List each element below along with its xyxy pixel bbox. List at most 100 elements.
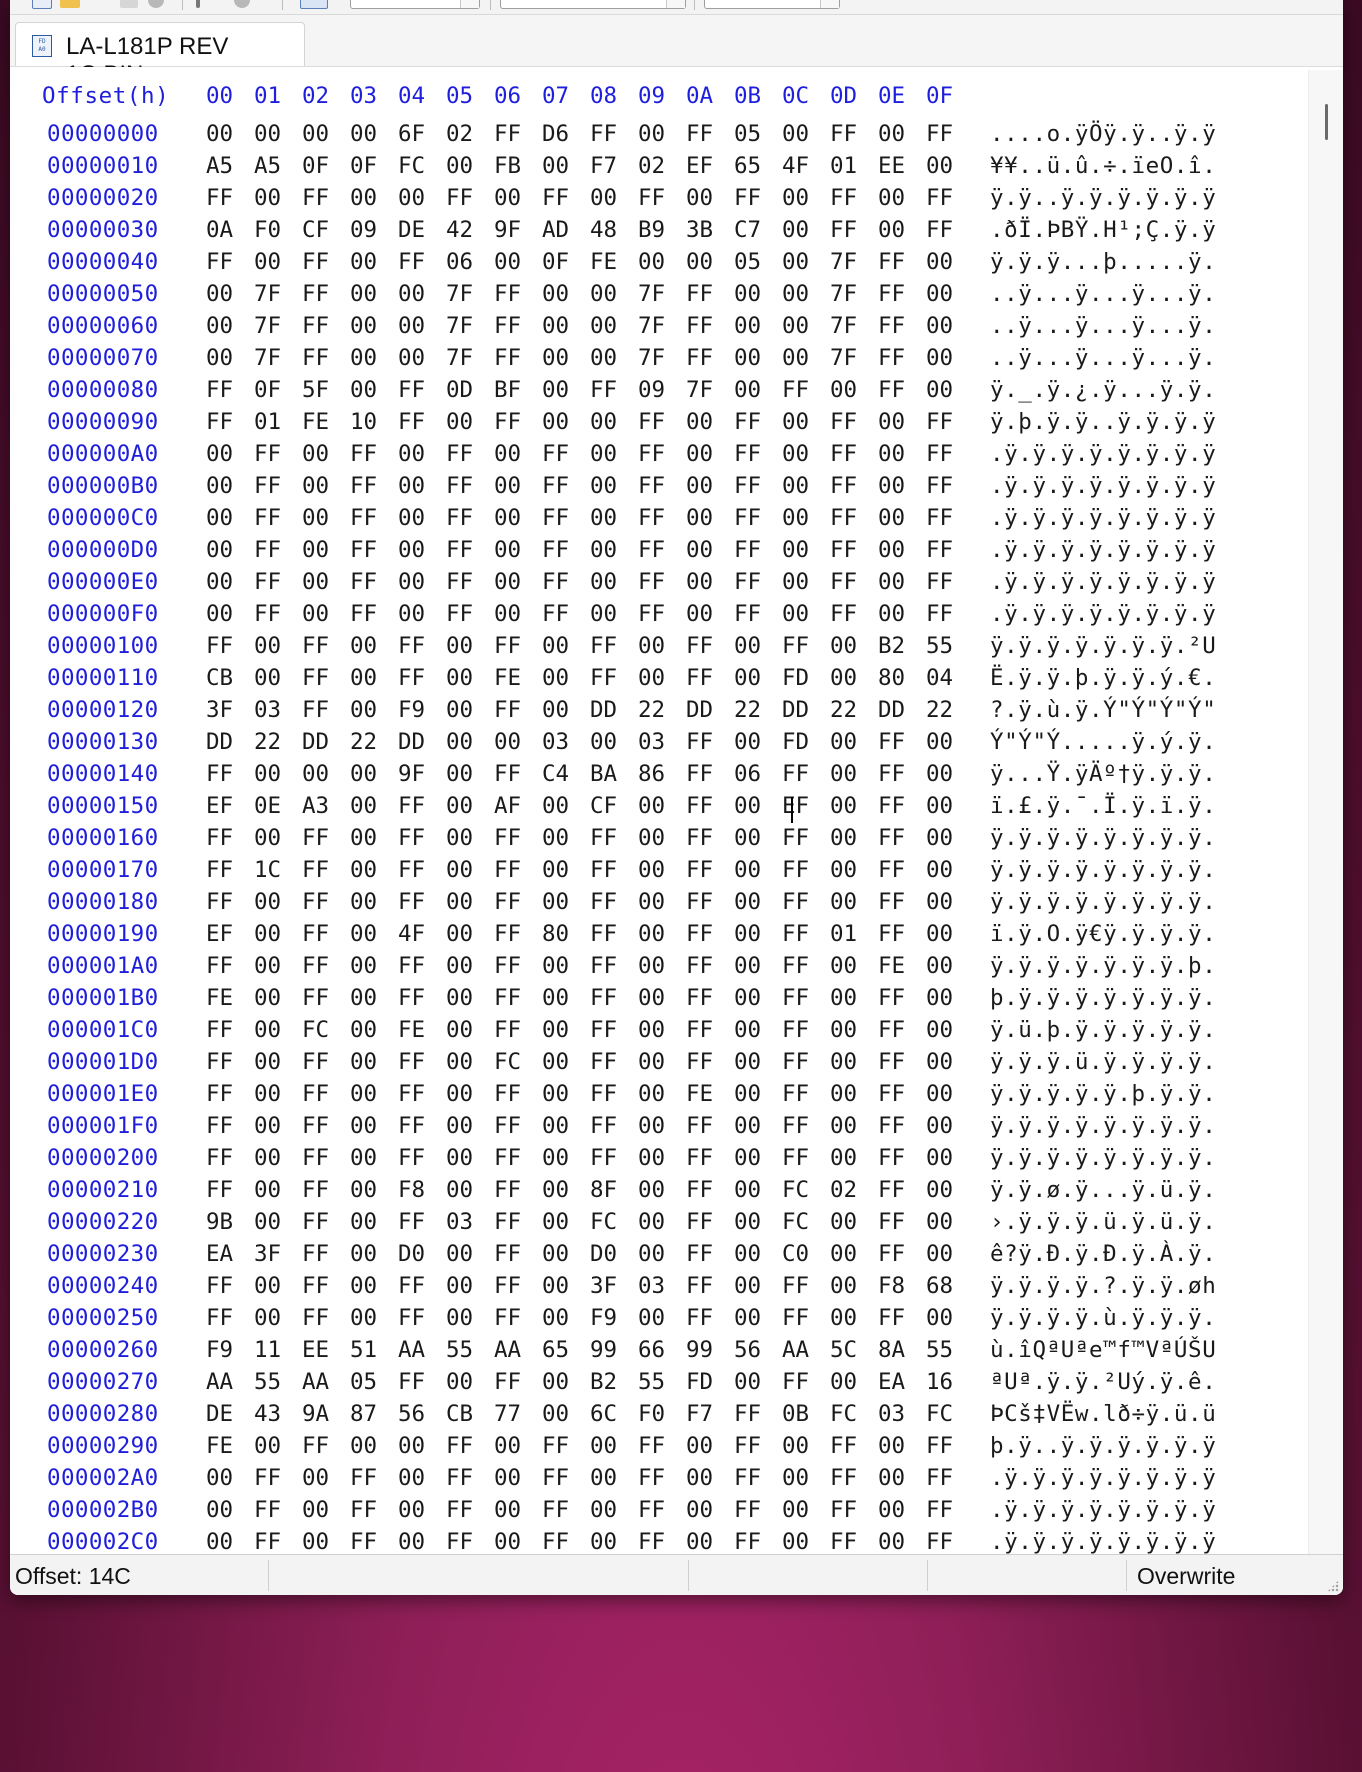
hex-byte[interactable]: 00 bbox=[350, 665, 377, 691]
hex-byte[interactable]: FF bbox=[398, 953, 425, 979]
hex-byte[interactable]: EF bbox=[206, 921, 233, 947]
hex-byte[interactable]: 00 bbox=[254, 185, 281, 211]
hex-byte[interactable]: EA bbox=[878, 1369, 905, 1395]
hex-byte[interactable]: FC bbox=[398, 153, 425, 179]
ascii-text[interactable]: Ý"Ý"Ý.....ÿ.ý.ÿ. bbox=[990, 729, 1216, 755]
hex-byte[interactable]: BF bbox=[494, 377, 521, 403]
hex-byte[interactable]: 7F bbox=[638, 345, 665, 371]
hex-byte[interactable]: FF bbox=[542, 1529, 569, 1554]
hex-byte[interactable]: FF bbox=[350, 601, 377, 627]
hex-byte[interactable]: FF bbox=[494, 697, 521, 723]
hex-byte[interactable]: FC bbox=[302, 1017, 329, 1043]
hex-byte[interactable]: 00 bbox=[350, 761, 377, 787]
redo-icon[interactable] bbox=[234, 0, 250, 8]
hex-byte[interactable]: 00 bbox=[206, 473, 233, 499]
hex-byte[interactable]: 00 bbox=[926, 761, 953, 787]
hex-byte[interactable]: FF bbox=[782, 921, 809, 947]
hex-byte[interactable]: 00 bbox=[926, 377, 953, 403]
hex-byte[interactable]: 00 bbox=[734, 1305, 761, 1331]
ascii-text[interactable]: ÿ.ÿ.ÿ.ÿ.ÿ.ÿ.ÿ.ÿ. bbox=[990, 825, 1216, 851]
ascii-text[interactable]: ÿ.ÿ.ÿ.ÿ.ù.ÿ.ÿ.ÿ. bbox=[990, 1305, 1216, 1331]
hex-row[interactable]: 00000290 FE 00 FF 00 00 FF 00 FF 00 FF 00 FF 00 FF 00 FF… bbox=[10, 1433, 1300, 1465]
hex-byte[interactable]: 00 bbox=[446, 1369, 473, 1395]
hex-byte[interactable]: 03 bbox=[542, 729, 569, 755]
ascii-text[interactable]: ê?ÿ.Ð.ÿ.Ð.ÿ.À.ÿ. bbox=[990, 1241, 1216, 1267]
hex-byte[interactable]: FF bbox=[446, 505, 473, 531]
hex-byte[interactable]: DD bbox=[590, 697, 617, 723]
hex-byte[interactable]: FF bbox=[782, 1049, 809, 1075]
ascii-text[interactable]: ÿ.ÿ.ø.ÿ...ÿ.ü.ÿ. bbox=[990, 1177, 1216, 1203]
hex-byte[interactable]: 68 bbox=[926, 1273, 953, 1299]
hex-byte[interactable]: 00 bbox=[302, 1465, 329, 1491]
ascii-text[interactable]: Ë.ÿ.ÿ.þ.ÿ.ÿ.ý.€. bbox=[990, 665, 1216, 691]
hex-byte[interactable]: 00 bbox=[350, 377, 377, 403]
hex-byte[interactable]: 00 bbox=[446, 697, 473, 723]
hex-byte[interactable]: 03 bbox=[638, 729, 665, 755]
hex-byte[interactable]: 00 bbox=[734, 921, 761, 947]
hex-byte[interactable]: 00 bbox=[590, 441, 617, 467]
hex-byte[interactable]: FF bbox=[830, 1497, 857, 1523]
hex-byte[interactable]: 00 bbox=[206, 281, 233, 307]
hex-byte[interactable]: 3F bbox=[590, 1273, 617, 1299]
hex-byte[interactable]: 0F bbox=[254, 377, 281, 403]
hex-byte[interactable]: FF bbox=[830, 121, 857, 147]
hex-byte[interactable]: FF bbox=[206, 889, 233, 915]
hex-byte[interactable]: 7F bbox=[254, 281, 281, 307]
hex-byte[interactable]: 01 bbox=[830, 921, 857, 947]
hex-byte[interactable]: 00 bbox=[638, 889, 665, 915]
hex-byte[interactable]: 9F bbox=[398, 761, 425, 787]
hex-byte[interactable]: FF bbox=[398, 985, 425, 1011]
hex-byte[interactable]: 00 bbox=[398, 505, 425, 531]
hex-byte[interactable]: 00 bbox=[638, 825, 665, 851]
hex-byte[interactable]: 00 bbox=[926, 953, 953, 979]
hex-byte[interactable]: FF bbox=[254, 601, 281, 627]
hex-byte[interactable]: 0E bbox=[254, 793, 281, 819]
hex-byte[interactable]: 00 bbox=[446, 825, 473, 851]
hex-byte[interactable]: F0 bbox=[254, 217, 281, 243]
hex-byte[interactable]: 00 bbox=[494, 569, 521, 595]
hex-row[interactable]: 00000090 FF 01 FE 10 FF 00 FF 00 00 FF 00 FF 00 FF 00 FF… bbox=[10, 409, 1300, 441]
hex-byte[interactable]: 80 bbox=[878, 665, 905, 691]
hex-byte[interactable]: FF bbox=[590, 1113, 617, 1139]
hex-byte[interactable]: FF bbox=[446, 569, 473, 595]
hex-byte[interactable]: FF bbox=[734, 1433, 761, 1459]
hex-byte[interactable]: 00 bbox=[638, 1241, 665, 1267]
hex-byte[interactable]: FF bbox=[686, 665, 713, 691]
hex-byte[interactable]: FF bbox=[782, 1369, 809, 1395]
hex-byte[interactable]: FF bbox=[206, 1113, 233, 1139]
hex-byte[interactable]: 22 bbox=[638, 697, 665, 723]
hex-byte[interactable]: FF bbox=[590, 377, 617, 403]
hex-byte[interactable]: FF bbox=[926, 409, 953, 435]
hex-byte[interactable]: 56 bbox=[398, 1401, 425, 1427]
hex-row[interactable]: 000000E0 00 FF 00 FF 00 FF 00 FF 00 FF 00 FF 00 FF 00 FF… bbox=[10, 569, 1300, 601]
hex-byte[interactable]: 00 bbox=[542, 153, 569, 179]
hex-byte[interactable]: 00 bbox=[542, 345, 569, 371]
hex-byte[interactable]: 7F bbox=[446, 281, 473, 307]
hex-byte[interactable]: FF bbox=[926, 1497, 953, 1523]
hex-byte[interactable]: 00 bbox=[542, 985, 569, 1011]
hex-byte[interactable]: 00 bbox=[302, 569, 329, 595]
hex-byte[interactable]: 00 bbox=[878, 217, 905, 243]
hex-byte[interactable]: 00 bbox=[830, 1113, 857, 1139]
hex-byte[interactable]: 00 bbox=[926, 889, 953, 915]
hex-byte[interactable]: FF bbox=[686, 1177, 713, 1203]
hex-byte[interactable]: 7F bbox=[830, 313, 857, 339]
hex-byte[interactable]: FF bbox=[350, 1529, 377, 1554]
hex-byte[interactable]: 00 bbox=[782, 537, 809, 563]
hex-byte[interactable]: FF bbox=[302, 1241, 329, 1267]
hex-byte[interactable]: 00 bbox=[734, 665, 761, 691]
ascii-text[interactable]: .ÿ.ÿ.ÿ.ÿ.ÿ.ÿ.ÿ.ÿ bbox=[990, 537, 1216, 563]
hex-byte[interactable]: FF bbox=[878, 1081, 905, 1107]
hex-byte[interactable]: FF bbox=[830, 1465, 857, 1491]
hex-byte[interactable]: FF bbox=[398, 665, 425, 691]
hex-row[interactable]: 00000060 00 7F FF 00 00 7F FF 00 00 7F FF 00 00 7F FF 00… bbox=[10, 313, 1300, 345]
hex-byte[interactable]: 9B bbox=[206, 1209, 233, 1235]
hex-byte[interactable]: FF bbox=[734, 185, 761, 211]
hex-byte[interactable]: FF bbox=[926, 505, 953, 531]
hex-byte[interactable]: 00 bbox=[302, 537, 329, 563]
hex-row[interactable]: 00000040 FF 00 FF 00 FF 06 00 0F FE 00 00 05 00 7F FF 00… bbox=[10, 249, 1300, 281]
hex-byte[interactable]: 5F bbox=[302, 377, 329, 403]
hex-byte[interactable]: FF bbox=[206, 633, 233, 659]
hex-byte[interactable]: 00 bbox=[830, 1017, 857, 1043]
hex-byte[interactable]: 00 bbox=[254, 1305, 281, 1331]
